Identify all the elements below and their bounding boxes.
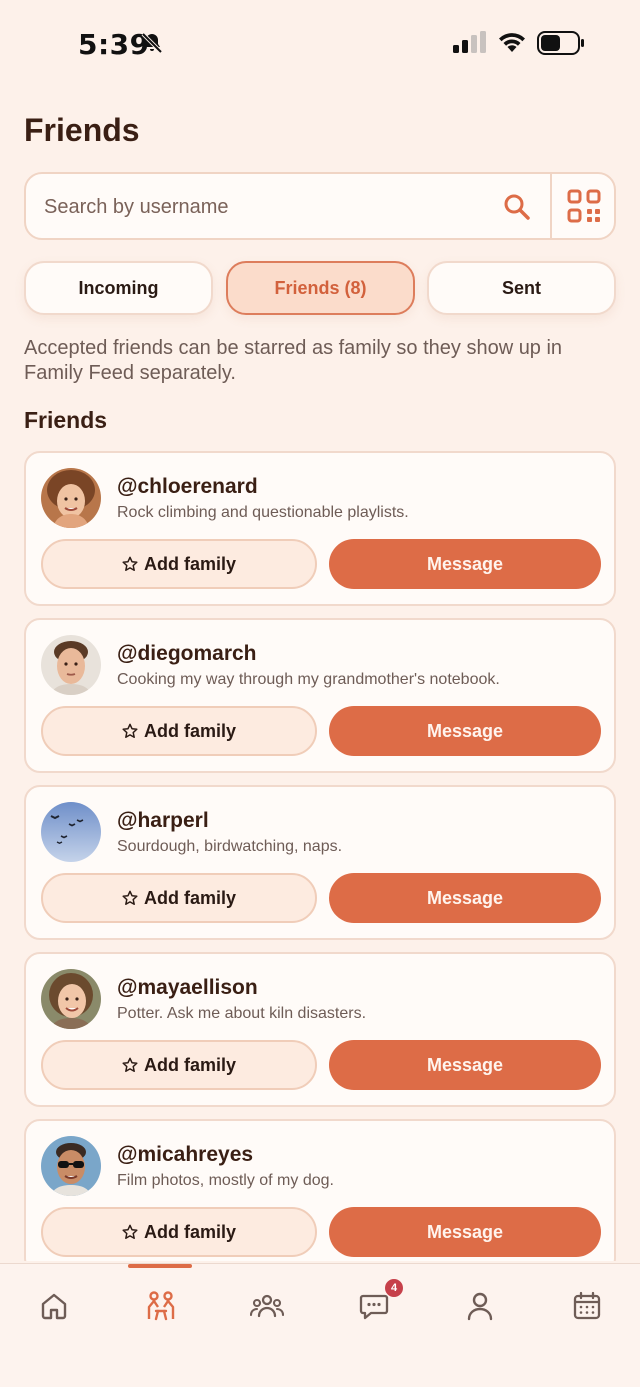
message-button[interactable]: Message xyxy=(329,1040,601,1090)
add-family-button[interactable]: Add family xyxy=(41,873,317,923)
nav-friends[interactable] xyxy=(141,1286,181,1326)
battery-icon xyxy=(537,31,584,55)
avatar xyxy=(41,635,101,695)
message-button[interactable]: Message xyxy=(329,706,601,756)
add-family-button[interactable]: Add family xyxy=(41,1040,317,1090)
friend-bio: Sourdough, birdwatching, naps. xyxy=(117,838,343,855)
friend-card: @diegomarch Cooking my way through my gr… xyxy=(24,618,616,773)
qr-code-icon xyxy=(567,189,601,223)
nav-profile[interactable] xyxy=(460,1286,500,1326)
friend-card: @mayaellison Potter. Ask me about kiln d… xyxy=(24,952,616,1107)
friend-card: @chloerenard Rock climbing and questiona… xyxy=(24,451,616,606)
friend-list: @chloerenard Rock climbing and questiona… xyxy=(24,451,616,1261)
add-family-label: Add family xyxy=(143,1054,236,1075)
add-family-label: Add family xyxy=(143,1221,236,1242)
avatar xyxy=(41,1136,101,1196)
search-input[interactable] xyxy=(44,190,484,224)
nav-groups[interactable] xyxy=(247,1286,287,1326)
friend-bio: Rock climbing and questionable playlists… xyxy=(117,504,409,521)
nav-calendar[interactable] xyxy=(567,1286,607,1326)
add-family-button[interactable]: Add family xyxy=(41,1207,317,1257)
bell-muted-icon xyxy=(141,32,163,54)
nav-home[interactable] xyxy=(34,1286,74,1326)
friend-card: @harperl Sourdough, birdwatching, naps. … xyxy=(24,785,616,940)
friend-username[interactable]: @micahreyes xyxy=(117,1143,253,1167)
friend-card: @micahreyes Film photos, mostly of my do… xyxy=(24,1119,616,1261)
avatar xyxy=(41,802,101,862)
friend-username[interactable]: @mayaellison xyxy=(117,976,258,1000)
friend-username[interactable]: @harperl xyxy=(117,809,209,833)
friends-icon xyxy=(147,1291,175,1321)
wifi-icon xyxy=(499,33,525,52)
chat-unread-badge: 4 xyxy=(384,1278,404,1298)
friend-bio: Film photos, mostly of my dog. xyxy=(117,1172,334,1189)
star-icon xyxy=(122,723,138,738)
tab-friends[interactable]: Friends (8) xyxy=(226,261,415,315)
cellular-signal-icon xyxy=(453,31,486,53)
message-button[interactable]: Message xyxy=(329,539,601,589)
star-icon xyxy=(122,890,138,905)
profile-icon xyxy=(467,1292,493,1321)
friend-bio: Cooking my way through my grandmother's … xyxy=(117,671,500,688)
status-bar: 5:39 xyxy=(0,0,640,88)
section-heading: Friends xyxy=(24,407,108,433)
star-icon xyxy=(122,1224,138,1239)
status-time: 5:39 xyxy=(78,28,150,61)
add-family-button[interactable]: Add family xyxy=(41,706,317,756)
friend-username[interactable]: @diegomarch xyxy=(117,642,257,666)
search-bar xyxy=(24,172,616,240)
add-family-button[interactable]: Add family xyxy=(41,539,317,589)
calendar-icon xyxy=(573,1291,601,1320)
tab-sent[interactable]: Sent xyxy=(427,261,616,315)
star-icon xyxy=(122,556,138,571)
star-icon xyxy=(122,1057,138,1072)
friends-tabs: Incoming Friends (8) Sent xyxy=(24,261,616,315)
friend-bio: Potter. Ask me about kiln disasters. xyxy=(117,1005,367,1022)
active-tab-indicator xyxy=(128,1264,192,1268)
add-family-label: Add family xyxy=(143,720,236,741)
friend-username[interactable]: @chloerenard xyxy=(117,475,258,499)
tab-incoming[interactable]: Incoming xyxy=(24,261,213,315)
add-family-label: Add family xyxy=(143,553,236,574)
message-button[interactable]: Message xyxy=(329,1207,601,1257)
search-icon[interactable] xyxy=(502,192,532,222)
friends-description: Accepted friends can be starred as famil… xyxy=(24,337,563,384)
chat-icon xyxy=(359,1294,389,1320)
groups-icon xyxy=(250,1294,284,1318)
avatar xyxy=(41,468,101,528)
home-icon xyxy=(41,1293,67,1320)
add-family-label: Add family xyxy=(143,887,236,908)
qr-code-button[interactable] xyxy=(552,174,616,238)
message-button[interactable]: Message xyxy=(329,873,601,923)
bottom-nav: 4 xyxy=(0,1263,640,1387)
page-title: Friends xyxy=(24,112,140,148)
avatar xyxy=(41,969,101,1029)
